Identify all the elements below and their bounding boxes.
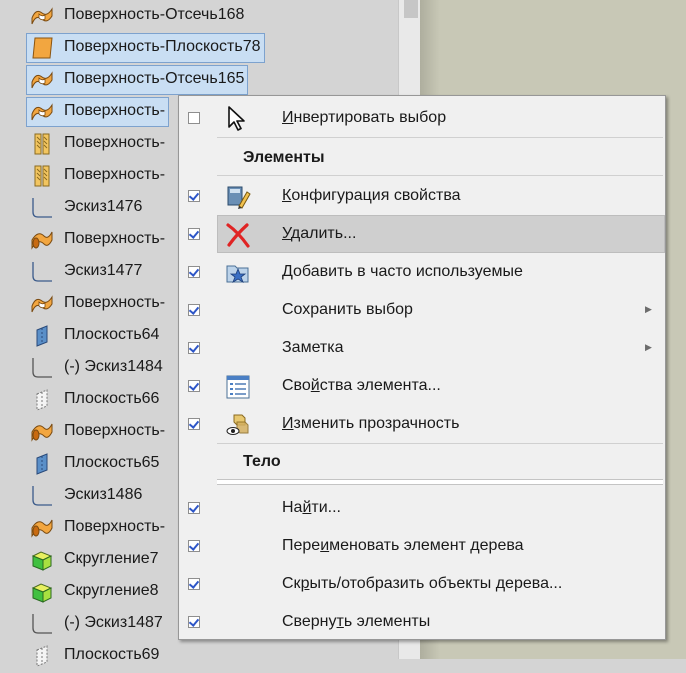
- menu-item-label: Найти...: [282, 499, 341, 516]
- checkbox-checked[interactable]: [188, 190, 200, 202]
- menu-item-label: Свойства элемента...: [282, 377, 441, 394]
- menu-item-label: Конфигурация свойства: [282, 187, 461, 204]
- menu-item-label: Добавить в часто используемые: [282, 263, 523, 280]
- plane-icon: [30, 324, 54, 348]
- menu-item-hide-show-tree-items[interactable]: Скрыть/отобразить объекты дерева...: [179, 565, 665, 603]
- tree-item-label: Поверхность-Отсечь165: [64, 70, 245, 87]
- tree-item-label: Скругление7: [64, 550, 159, 567]
- tree-item-label: Плоскость69: [64, 646, 160, 663]
- tree-item-label: Поверхность-: [64, 102, 166, 119]
- menu-item-note[interactable]: Заметка ▶: [179, 329, 665, 367]
- checkbox-checked[interactable]: [188, 540, 200, 552]
- plane-hidden-icon: [30, 644, 54, 668]
- fillet-icon: [30, 548, 54, 572]
- tree-item[interactable]: Поверхность-Отсечь168: [0, 1, 398, 31]
- menu-item-label: Заметка: [282, 339, 344, 356]
- surface-knit-icon: [30, 164, 54, 188]
- properties-list-icon: [226, 375, 250, 399]
- tree-scrollbar-thumb[interactable]: [404, 0, 418, 18]
- configure-property-icon: [227, 186, 251, 209]
- checkbox-checked[interactable]: [188, 578, 200, 590]
- tree-item[interactable]: Поверхность-Отсечь165: [0, 65, 398, 95]
- checkbox[interactable]: [188, 112, 200, 124]
- cursor-arrow-icon: [228, 106, 245, 131]
- checkbox-checked[interactable]: [188, 304, 200, 316]
- sketch-underdefined-icon: [30, 356, 54, 380]
- sketch-underdefined-icon: [30, 612, 54, 636]
- menu-separator: [217, 137, 663, 138]
- menu-item-find[interactable]: Найти...: [179, 489, 665, 527]
- checkbox-checked[interactable]: [188, 342, 200, 354]
- menu-separator: [217, 175, 663, 176]
- checkbox-checked[interactable]: [188, 380, 200, 392]
- checkbox-checked[interactable]: [188, 228, 200, 240]
- menu-item-element-properties[interactable]: Свойства элемента...: [179, 367, 665, 405]
- menu-item-add-to-favorites[interactable]: Добавить в часто используемые: [179, 253, 665, 291]
- fillet-icon: [30, 580, 54, 604]
- tree-item-label: Эскиз1486: [64, 486, 143, 503]
- surface-trim-icon: [30, 4, 54, 28]
- tree-item-label: Плоскость66: [64, 390, 160, 407]
- tree-item-label: Поверхность-Плоскость78: [64, 38, 261, 55]
- menu-item-change-transparency[interactable]: Изменить прозрачность: [179, 405, 665, 443]
- tree-item-label: Поверхность-: [64, 230, 166, 247]
- menu-separator: [217, 443, 663, 444]
- surface-knit-icon: [30, 132, 54, 156]
- menu-item-collapse-items[interactable]: Свернуть элементы: [179, 603, 665, 641]
- plane-hidden-icon: [30, 388, 54, 412]
- tree-item-label: Поверхность-: [64, 134, 166, 151]
- tree-item-label: Поверхность-Отсечь168: [64, 6, 245, 23]
- menu-item-label: Инвертировать выбор: [282, 109, 447, 126]
- tree-item-label: Поверхность-: [64, 294, 166, 311]
- surface-trim-icon: [30, 292, 54, 316]
- surface-sweep-icon: [30, 516, 54, 540]
- menu-item-configure-property[interactable]: Конфигурация свойства: [179, 177, 665, 215]
- menu-item-label: Сохранить выбор: [282, 301, 413, 318]
- tree-item-label: Плоскость65: [64, 454, 160, 471]
- menu-item-label: Переименовать элемент дерева: [282, 537, 524, 554]
- plane-icon: [30, 452, 54, 476]
- context-menu: Инвертировать выбор Элементы Конфигураци…: [178, 95, 666, 640]
- menu-item-rename-tree-item[interactable]: Переименовать элемент дерева: [179, 527, 665, 565]
- tree-item-label: Плоскость64: [64, 326, 160, 343]
- tree-item[interactable]: Плоскость69: [0, 641, 398, 671]
- menu-item-save-selection[interactable]: Сохранить выбор ▶: [179, 291, 665, 329]
- planar-surface-icon: [30, 36, 54, 60]
- menu-item-label: Удалить...: [282, 225, 357, 242]
- menu-item-label: Свернуть элементы: [282, 613, 431, 630]
- submenu-arrow-icon: ▶: [645, 342, 652, 352]
- surface-sweep-icon: [30, 420, 54, 444]
- checkbox-checked[interactable]: [188, 418, 200, 430]
- surface-trim-icon: [30, 68, 54, 92]
- tree-item[interactable]: Поверхность-Плоскость78: [0, 33, 398, 63]
- submenu-arrow-icon: ▶: [645, 304, 652, 314]
- menu-item-delete[interactable]: Удалить...: [179, 215, 665, 253]
- menu-item-label: Скрыть/отобразить объекты дерева...: [282, 575, 563, 592]
- tree-item-label: Поверхность-: [64, 422, 166, 439]
- folder-star-icon: [226, 265, 249, 283]
- sketch-icon: [30, 260, 54, 284]
- checkbox-checked[interactable]: [188, 502, 200, 514]
- menu-separator-double: [217, 479, 663, 485]
- tree-item-label: (-) Эскиз1487: [64, 614, 163, 631]
- checkbox-checked[interactable]: [188, 616, 200, 628]
- sketch-icon: [30, 484, 54, 508]
- tree-item-label: Скругление8: [64, 582, 159, 599]
- tree-item-label: Эскиз1476: [64, 198, 143, 215]
- delete-x-icon: [226, 223, 250, 248]
- section-header-elements: Элементы: [243, 149, 325, 166]
- surface-sweep-icon: [30, 228, 54, 252]
- tree-item-label: Эскиз1477: [64, 262, 143, 279]
- menu-item-label: Изменить прозрачность: [282, 415, 460, 432]
- tree-item-label: Поверхность-: [64, 518, 166, 535]
- tree-item-label: Поверхность-: [64, 166, 166, 183]
- transparency-boxes-icon: [226, 414, 249, 435]
- sketch-icon: [30, 196, 54, 220]
- menu-item-invert-selection[interactable]: Инвертировать выбор: [179, 99, 665, 137]
- surface-trim-icon: [30, 100, 54, 124]
- section-header-body: Тело: [243, 453, 281, 470]
- checkbox-checked[interactable]: [188, 266, 200, 278]
- tree-item-label: (-) Эскиз1484: [64, 358, 163, 375]
